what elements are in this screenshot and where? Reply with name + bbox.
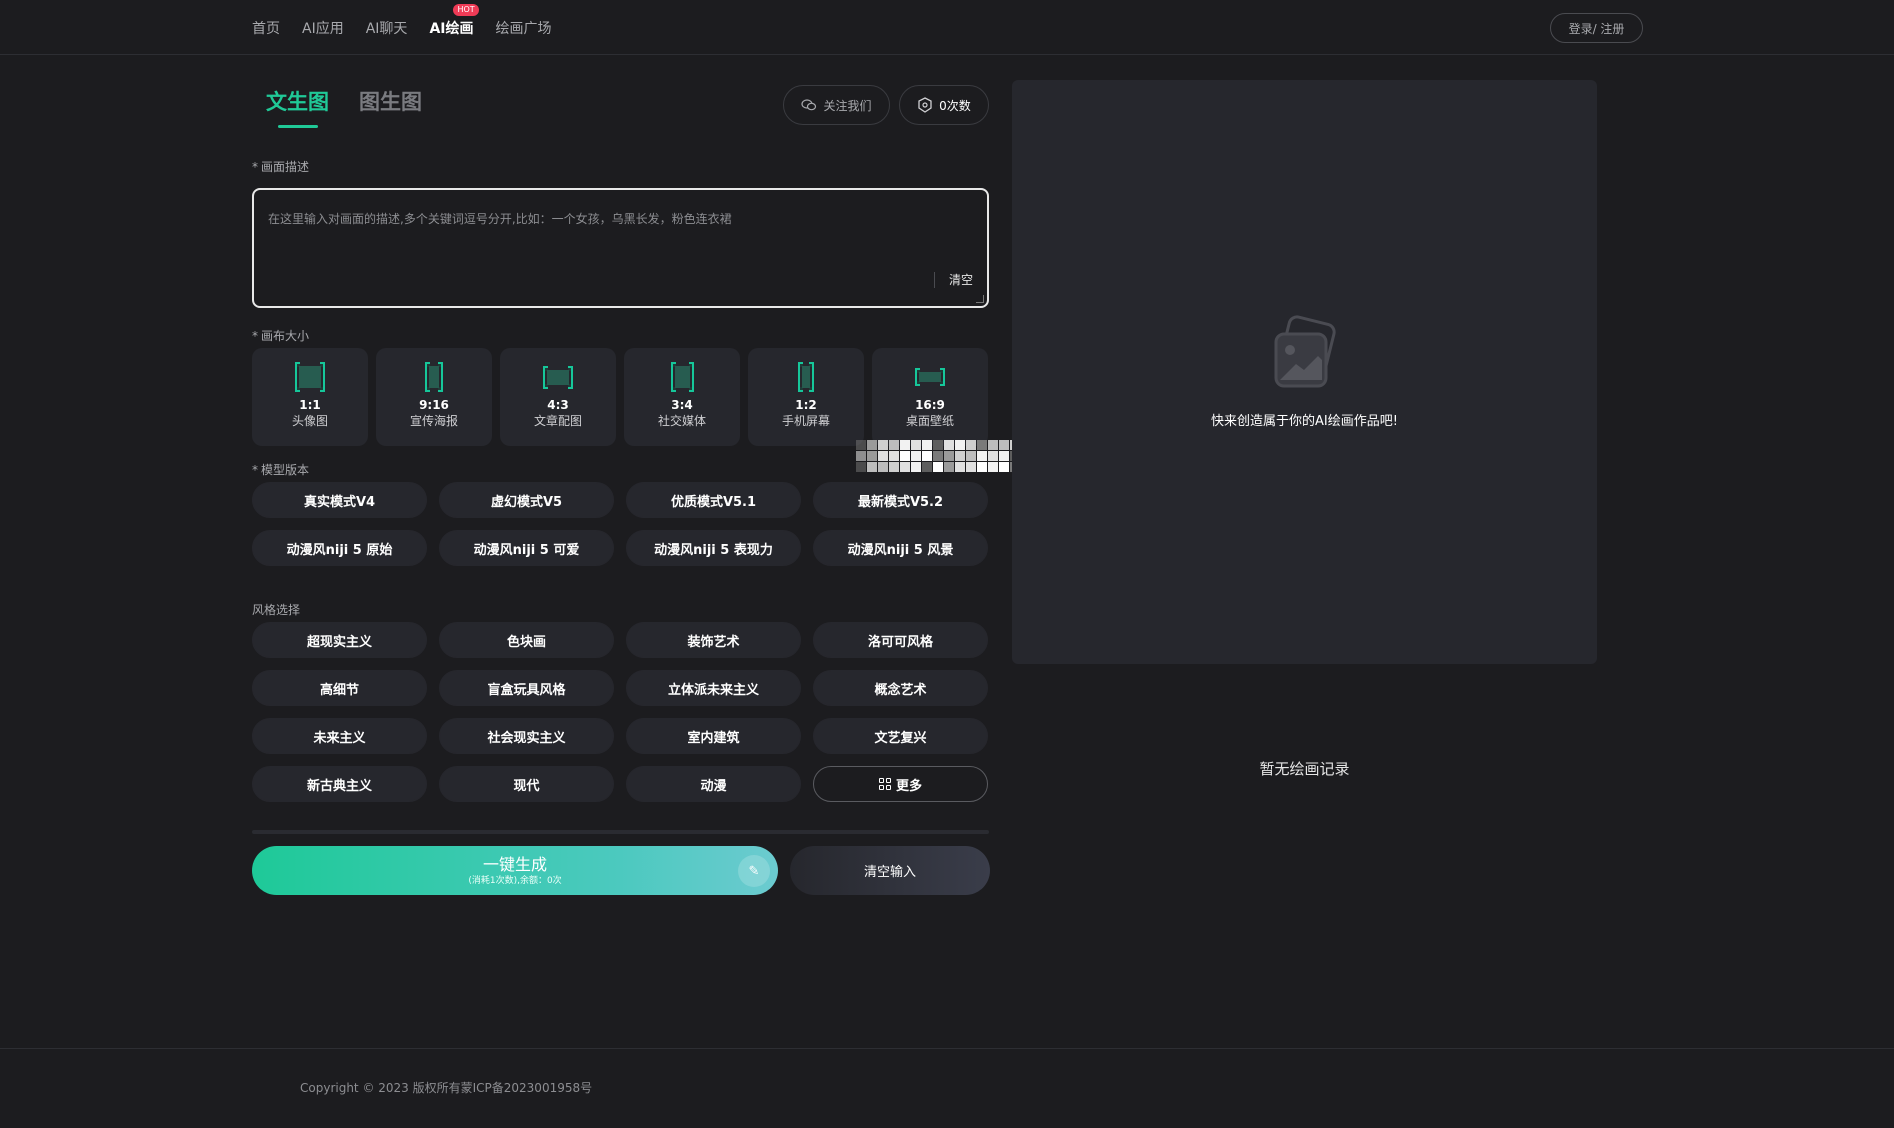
size-option-1-1[interactable]: 1:1 头像图: [252, 348, 368, 446]
style-option[interactable]: 未来主义: [252, 718, 427, 754]
follow-us-label: 关注我们: [823, 98, 872, 113]
hot-badge: HOT: [453, 3, 479, 16]
size-ratio: 16:9: [915, 398, 945, 412]
resize-handle[interactable]: [976, 295, 984, 303]
style-option[interactable]: 色块画: [439, 622, 614, 658]
size-option-1-2[interactable]: 1:2 手机屏幕: [748, 348, 864, 446]
style-option[interactable]: 洛可可风格: [813, 622, 988, 658]
model-option[interactable]: 动漫风niji 5 可爱: [439, 530, 614, 566]
nav-ai-painting[interactable]: AI绘画 HOT: [429, 3, 479, 38]
shield-icon: [918, 97, 932, 113]
model-option[interactable]: 动漫风niji 5 表现力: [626, 530, 801, 566]
ratio-frame-icon: [670, 362, 694, 392]
ratio-frame-icon: [543, 366, 573, 389]
style-option[interactable]: 高细节: [252, 670, 427, 706]
prompt-label: * 画面描述: [252, 160, 310, 174]
preview-empty-message: 快来创造属于你的AI绘画作品吧!: [1211, 414, 1398, 429]
model-label-text: 模型版本: [261, 463, 310, 477]
model-option[interactable]: 最新模式V5.2: [813, 482, 988, 518]
size-desc: 头像图: [291, 414, 328, 428]
canvas-label: * 画布大小: [252, 329, 310, 343]
nav-ai-painting-label: AI绘画: [429, 20, 474, 37]
more-styles-button[interactable]: 更多: [813, 766, 988, 802]
wechat-icon: [801, 99, 817, 111]
size-desc: 文章配图: [533, 414, 582, 428]
credits-label: 0次数: [939, 98, 971, 113]
nav-ai-apps[interactable]: AI应用: [302, 18, 344, 38]
canvas-label-text: 画布大小: [261, 329, 310, 343]
size-ratio: 4:3: [547, 398, 569, 412]
style-option[interactable]: 超现实主义: [252, 622, 427, 658]
login-register-button[interactable]: 登录/ 注册: [1550, 13, 1643, 43]
style-option[interactable]: 室内建筑: [626, 718, 801, 754]
image-placeholder-icon: [1274, 315, 1336, 388]
style-option[interactable]: 文艺复兴: [813, 718, 988, 754]
size-desc: 社交媒体: [657, 414, 706, 428]
nav-ai-chat[interactable]: AI聊天: [366, 18, 408, 38]
model-options: 真实模式V4 虚幻模式V5 优质模式V5.1 最新模式V5.2 动漫风niji …: [252, 482, 988, 566]
clear-input-button[interactable]: 清空输入: [790, 846, 990, 895]
grid-icon: [878, 778, 891, 790]
generate-cost: (消耗1次数),余额：0次: [468, 875, 562, 886]
style-option[interactable]: 概念艺术: [813, 670, 988, 706]
size-ratio: 9:16: [419, 398, 449, 412]
section-divider: [252, 830, 989, 834]
pencil-icon: ✎: [738, 855, 770, 887]
model-option[interactable]: 真实模式V4: [252, 482, 427, 518]
size-option-9-16[interactable]: 9:16 宣传海报: [376, 348, 492, 446]
size-desc: 宣传海报: [409, 414, 458, 428]
style-option[interactable]: 装饰艺术: [626, 622, 801, 658]
footer: Copyright © 2023 版权所有蒙ICP备2023001958号: [0, 1048, 1894, 1128]
prompt-box: 清空: [252, 188, 989, 308]
model-label: * 模型版本: [252, 463, 310, 477]
preview-panel: 快来创造属于你的AI绘画作品吧!: [1012, 80, 1597, 664]
model-option[interactable]: 优质模式V5.1: [626, 482, 801, 518]
prompt-label-text: 画面描述: [261, 160, 310, 174]
generate-label: 一键生成: [482, 854, 547, 874]
ratio-frame-icon: [425, 362, 443, 392]
size-ratio: 1:1: [299, 398, 321, 412]
style-option[interactable]: 立体派未来主义: [626, 670, 801, 706]
tab-text-to-image[interactable]: 文生图: [266, 86, 329, 128]
style-option[interactable]: 动漫: [626, 766, 801, 802]
size-option-16-9[interactable]: 16:9 桌面壁纸: [872, 348, 988, 446]
style-label: 风格选择: [252, 603, 301, 617]
credits-button[interactable]: 0次数: [899, 85, 989, 125]
size-ratio: 1:2: [795, 398, 817, 412]
prompt-input[interactable]: [268, 210, 948, 290]
nav-painting-square[interactable]: 绘画广场: [495, 18, 551, 38]
canvas-size-options: 1:1 头像图 9:16 宣传海报 4:3 文章配图 3:4 社交媒体 1:2 …: [252, 348, 988, 446]
model-option[interactable]: 动漫风niji 5 原始: [252, 530, 427, 566]
top-nav-bar: 首页 AI应用 AI聊天 AI绘画 HOT 绘画广场 登录/ 注册: [0, 0, 1894, 55]
size-option-3-4[interactable]: 3:4 社交媒体: [624, 348, 740, 446]
blurred-watermark: [856, 440, 1053, 472]
size-desc: 桌面壁纸: [905, 414, 954, 428]
follow-us-button[interactable]: 关注我们: [783, 85, 890, 125]
style-options: 超现实主义 色块画 装饰艺术 洛可可风格 高细节 盲盒玩具风格 立体派未来主义 …: [252, 622, 988, 802]
model-option[interactable]: 虚幻模式V5: [439, 482, 614, 518]
ratio-frame-icon: [295, 362, 325, 392]
style-option[interactable]: 现代: [439, 766, 614, 802]
size-ratio: 3:4: [671, 398, 693, 412]
style-option[interactable]: 社会现实主义: [439, 718, 614, 754]
mode-tabs: 文生图 图生图: [266, 86, 452, 128]
style-option[interactable]: 盲盒玩具风格: [439, 670, 614, 706]
ratio-frame-icon: [915, 368, 945, 386]
model-option[interactable]: 动漫风niji 5 风景: [813, 530, 988, 566]
main-nav: 首页 AI应用 AI聊天 AI绘画 HOT 绘画广场: [252, 0, 573, 55]
clear-prompt-button[interactable]: 清空: [933, 272, 973, 288]
tab-image-to-image[interactable]: 图生图: [359, 86, 422, 128]
size-desc: 手机屏幕: [781, 414, 830, 428]
generate-button[interactable]: 一键生成 (消耗1次数),余额：0次 ✎: [252, 846, 778, 895]
style-option[interactable]: 新古典主义: [252, 766, 427, 802]
nav-home[interactable]: 首页: [252, 18, 280, 38]
copyright-text: Copyright © 2023 版权所有蒙ICP备2023001958号: [300, 1081, 593, 1095]
ratio-frame-icon: [798, 362, 814, 392]
size-option-4-3[interactable]: 4:3 文章配图: [500, 348, 616, 446]
history-empty-message: 暂无绘画记录: [1259, 760, 1350, 778]
more-styles-label: 更多: [895, 778, 922, 794]
